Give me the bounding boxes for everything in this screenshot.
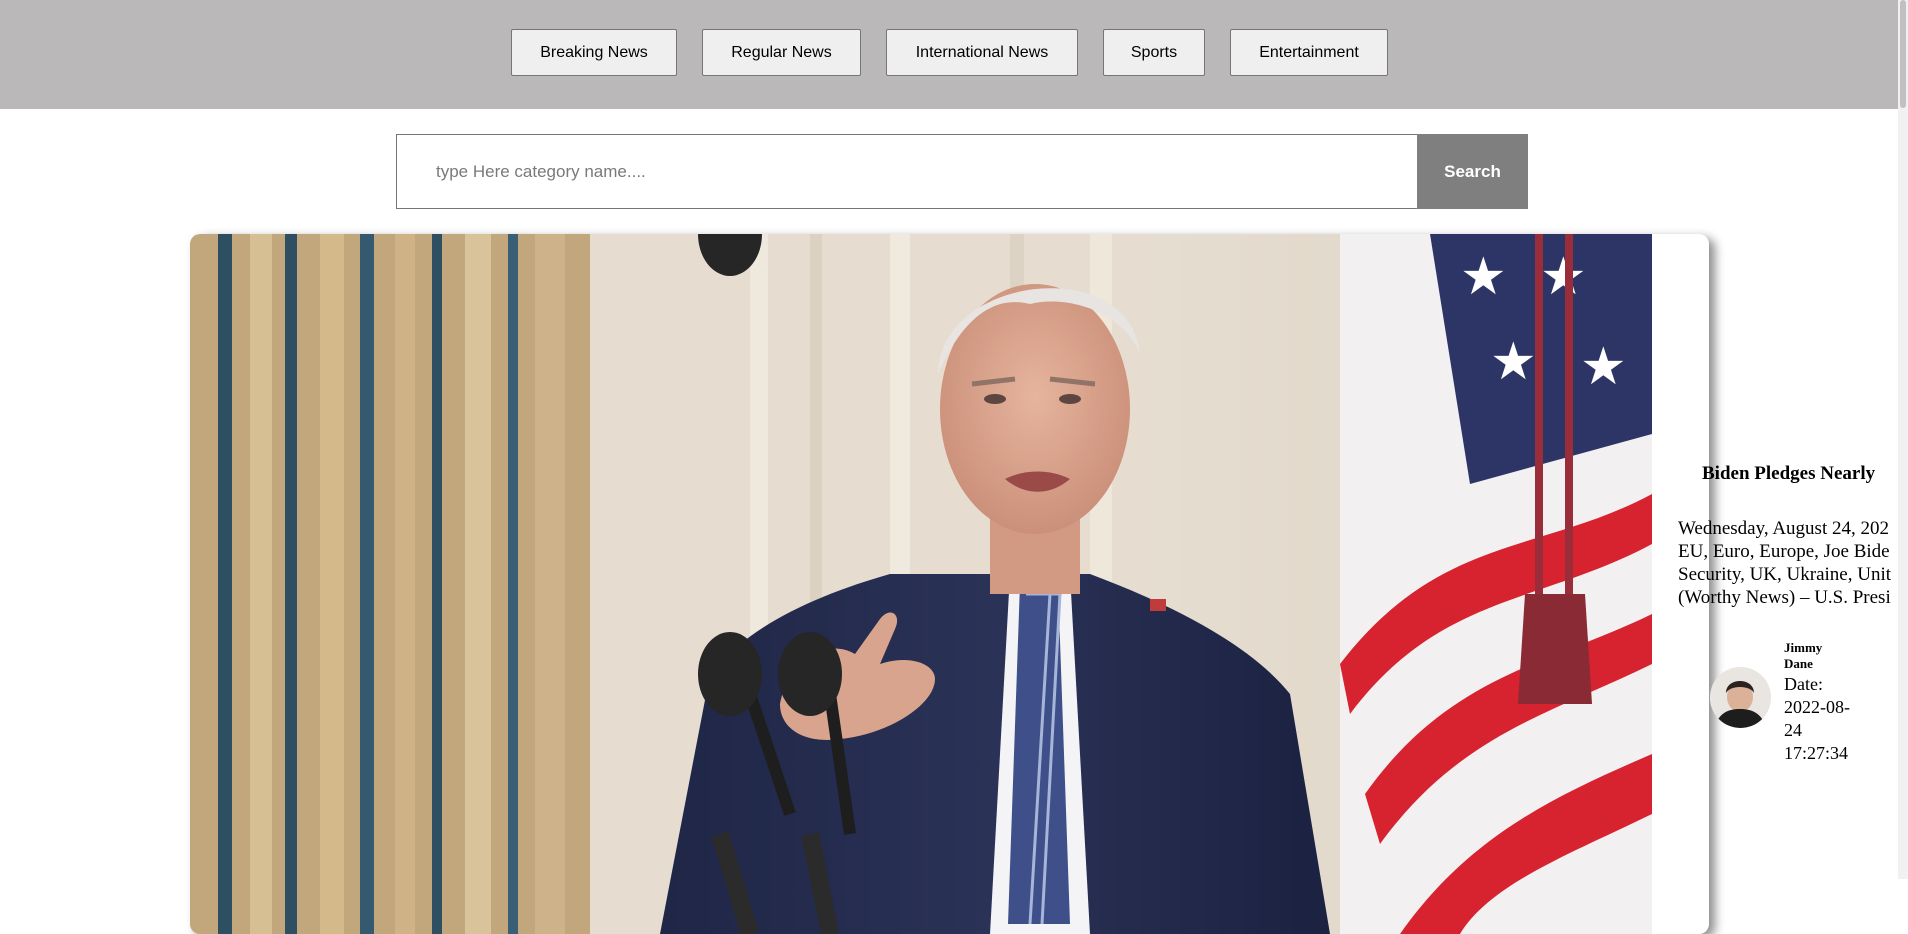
svg-text:★: ★ — [1540, 247, 1587, 307]
publish-date: Date: 2022-08-24 17:27:34 — [1784, 674, 1850, 763]
svg-text:★: ★ — [1490, 332, 1537, 392]
excerpt-line: (Worthy News) – U.S. Presi — [1678, 587, 1891, 608]
page-scrollbar[interactable] — [1898, 0, 1908, 879]
author-name: Jimmy Dane — [1784, 640, 1823, 671]
article-excerpt: Wednesday, August 24, 202 EU, Euro, Euro… — [1678, 517, 1898, 609]
search-button[interactable]: Search — [1417, 134, 1528, 209]
excerpt-line: EU, Euro, Europe, Joe Bide — [1678, 541, 1890, 562]
nav-button-entertainment[interactable]: Entertainment — [1230, 29, 1388, 76]
avatar-image — [1710, 667, 1771, 728]
svg-text:★: ★ — [1460, 247, 1507, 307]
author-avatar — [1710, 667, 1771, 728]
nav-button-international-news[interactable]: International News — [886, 29, 1078, 76]
excerpt-line: Security, UK, Ukraine, Unit — [1678, 564, 1891, 585]
nav-button-breaking-news[interactable]: Breaking News — [511, 29, 677, 76]
news-card[interactable]: ★ ★ ★ ★ — [190, 234, 1709, 934]
excerpt-line: Wednesday, August 24, 202 — [1678, 518, 1889, 539]
article-headline[interactable]: Biden Pledges Nearly — [1702, 463, 1902, 485]
nav-button-regular-news[interactable]: Regular News — [702, 29, 861, 76]
search-bar: Search — [396, 134, 1528, 209]
news-photo: ★ ★ ★ ★ — [190, 234, 1652, 934]
svg-text:★: ★ — [1580, 337, 1627, 397]
search-input[interactable] — [396, 134, 1417, 209]
top-nav-bar: Breaking News Regular News International… — [0, 0, 1898, 109]
nav-button-sports[interactable]: Sports — [1103, 29, 1205, 76]
scrollbar-thumb[interactable] — [1900, 0, 1906, 108]
